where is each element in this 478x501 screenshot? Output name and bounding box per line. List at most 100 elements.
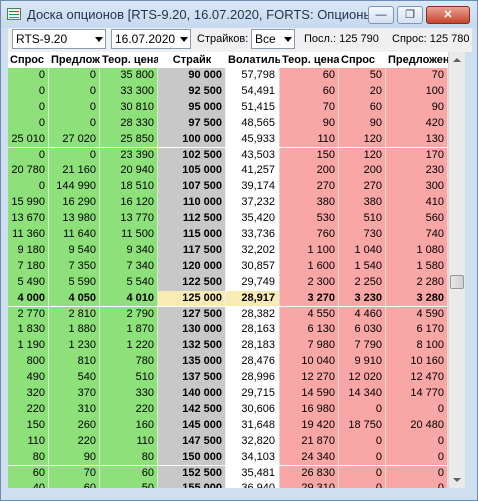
cell-call-ask[interactable]: 90: [49, 449, 100, 466]
cell-volatility[interactable]: 31,648: [226, 417, 280, 434]
cell-strike[interactable]: 132 500: [158, 338, 226, 355]
column-header-strike[interactable]: Страйк: [158, 52, 226, 68]
cell-call-bid[interactable]: 490: [8, 370, 49, 386]
cell-call-theor[interactable]: 2 790: [100, 306, 158, 323]
cell-call-theor[interactable]: 60: [100, 465, 158, 482]
column-header-put-bid[interactable]: Спрос: [339, 52, 386, 68]
cell-put-ask[interactable]: 12 470: [386, 370, 448, 386]
cell-call-theor[interactable]: 510: [100, 370, 158, 386]
cell-put-ask[interactable]: 1 080: [386, 242, 448, 259]
cell-put-ask[interactable]: 230: [386, 163, 448, 180]
column-header-call-bid[interactable]: Спрос: [8, 52, 49, 68]
cell-strike[interactable]: 150 000: [158, 449, 226, 466]
table-row[interactable]: 15 990 16 290 16 120 110 000 37,232 380 380 410: [8, 195, 448, 212]
cell-call-ask[interactable]: 0: [49, 99, 100, 116]
cell-volatility[interactable]: 54,491: [226, 83, 280, 100]
cell-put-theor[interactable]: 200: [280, 163, 339, 180]
cell-volatility[interactable]: 29,749: [226, 274, 280, 291]
cell-volatility[interactable]: 28,996: [226, 370, 280, 386]
cell-put-ask[interactable]: 170: [386, 147, 448, 164]
cell-volatility[interactable]: 30,606: [226, 401, 280, 418]
cell-put-theor[interactable]: 90: [280, 115, 339, 132]
cell-put-bid[interactable]: 270: [339, 179, 386, 196]
cell-put-bid[interactable]: 1 040: [339, 242, 386, 259]
cell-volatility[interactable]: 33,736: [226, 227, 280, 243]
table-row[interactable]: 13 670 13 980 13 770 112 500 35,420 530 510 560: [8, 211, 448, 227]
cell-put-ask[interactable]: 6 170: [386, 322, 448, 339]
cell-put-ask[interactable]: 300: [386, 179, 448, 196]
cell-strike[interactable]: 127 500: [158, 306, 226, 323]
cell-put-theor[interactable]: 19 420: [280, 417, 339, 434]
cell-volatility[interactable]: 57,798: [226, 68, 280, 84]
table-row[interactable]: 0 0 23 390 102 500 43,503 150 120 170: [8, 147, 448, 164]
table-row[interactable]: 490 540 510 137 500 28,996 12 270 12 020 12 470: [8, 370, 448, 386]
cell-put-theor[interactable]: 10 040: [280, 354, 339, 371]
cell-put-ask[interactable]: 0: [386, 401, 448, 418]
cell-put-bid[interactable]: 0: [339, 401, 386, 418]
cell-put-theor[interactable]: 6 130: [280, 322, 339, 339]
cell-put-theor[interactable]: 60: [280, 83, 339, 100]
cell-put-bid[interactable]: 120: [339, 147, 386, 164]
cell-put-ask[interactable]: 20 480: [386, 417, 448, 434]
cell-call-bid[interactable]: 11 360: [8, 227, 49, 243]
cell-strike[interactable]: 140 000: [158, 386, 226, 402]
cell-volatility[interactable]: 30,857: [226, 258, 280, 275]
table-row[interactable]: 60 70 60 152 500 35,481 26 830 0 0: [8, 465, 448, 482]
cell-call-ask[interactable]: 1 230: [49, 338, 100, 355]
cell-call-bid[interactable]: 0: [8, 147, 49, 164]
cell-put-theor[interactable]: 26 830: [280, 465, 339, 482]
table-row[interactable]: 2 770 2 810 2 790 127 500 28,382 4 550 4 460 4 …: [8, 306, 448, 323]
cell-volatility[interactable]: 48,565: [226, 115, 280, 132]
cell-put-ask[interactable]: 90: [386, 99, 448, 116]
cell-put-ask[interactable]: 100: [386, 83, 448, 100]
cell-volatility[interactable]: 45,933: [226, 131, 280, 148]
cell-put-ask[interactable]: 420: [386, 115, 448, 132]
cell-put-ask[interactable]: 0: [386, 465, 448, 482]
cell-put-theor[interactable]: 7 980: [280, 338, 339, 355]
cell-put-ask[interactable]: 0: [386, 449, 448, 466]
cell-put-theor[interactable]: 380: [280, 195, 339, 212]
cell-call-ask[interactable]: 810: [49, 354, 100, 371]
cell-call-theor[interactable]: 7 340: [100, 258, 158, 275]
cell-call-theor[interactable]: 80: [100, 449, 158, 466]
cell-strike[interactable]: 95 000: [158, 99, 226, 116]
option-grid[interactable]: СпросПредложениеТеор. ценаСтрайкВолатиль…: [8, 52, 448, 488]
cell-put-ask[interactable]: 2 280: [386, 274, 448, 291]
table-row[interactable]: 0 0 33 300 92 500 54,491 60 20 100: [8, 83, 448, 100]
cell-call-theor[interactable]: 780: [100, 354, 158, 371]
cell-call-theor[interactable]: 28 330: [100, 115, 158, 132]
column-header-put-theor[interactable]: Теор. цена: [280, 52, 339, 68]
cell-put-bid[interactable]: 0: [339, 465, 386, 482]
cell-strike[interactable]: 110 000: [158, 195, 226, 212]
cell-call-bid[interactable]: 4 000: [8, 290, 49, 307]
table-row[interactable]: 20 780 21 160 20 940 105 000 41,257 200 200 230: [8, 163, 448, 180]
cell-strike[interactable]: 147 500: [158, 433, 226, 450]
cell-put-theor[interactable]: 70: [280, 99, 339, 116]
cell-volatility[interactable]: 51,415: [226, 99, 280, 116]
cell-call-theor[interactable]: 20 940: [100, 163, 158, 180]
cell-strike[interactable]: 117 500: [158, 242, 226, 259]
cell-call-bid[interactable]: 320: [8, 386, 49, 402]
cell-put-ask[interactable]: 10 160: [386, 354, 448, 371]
cell-volatility[interactable]: 32,820: [226, 433, 280, 450]
vertical-scrollbar[interactable]: [448, 52, 465, 488]
cell-put-theor[interactable]: 2 300: [280, 274, 339, 291]
cell-call-theor[interactable]: 11 500: [100, 227, 158, 243]
cell-volatility[interactable]: 28,163: [226, 322, 280, 339]
cell-put-ask[interactable]: 4 590: [386, 306, 448, 323]
cell-call-ask[interactable]: 21 160: [49, 163, 100, 180]
cell-volatility[interactable]: 32,202: [226, 242, 280, 259]
cell-put-ask[interactable]: 0: [386, 481, 448, 488]
cell-call-bid[interactable]: 25 010: [8, 131, 49, 148]
column-header-call-theor[interactable]: Теор. цена: [100, 52, 158, 68]
minimize-button[interactable]: —: [368, 6, 394, 24]
cell-call-theor[interactable]: 5 540: [100, 274, 158, 291]
cell-put-bid[interactable]: 380: [339, 195, 386, 212]
date-select[interactable]: 16.07.2020: [111, 29, 191, 49]
cell-call-theor[interactable]: 160: [100, 417, 158, 434]
cell-put-bid[interactable]: 50: [339, 68, 386, 84]
cell-put-theor[interactable]: 270: [280, 179, 339, 196]
cell-call-ask[interactable]: 0: [49, 115, 100, 132]
close-button[interactable]: ✕: [426, 6, 470, 24]
cell-call-theor[interactable]: 18 510: [100, 179, 158, 196]
